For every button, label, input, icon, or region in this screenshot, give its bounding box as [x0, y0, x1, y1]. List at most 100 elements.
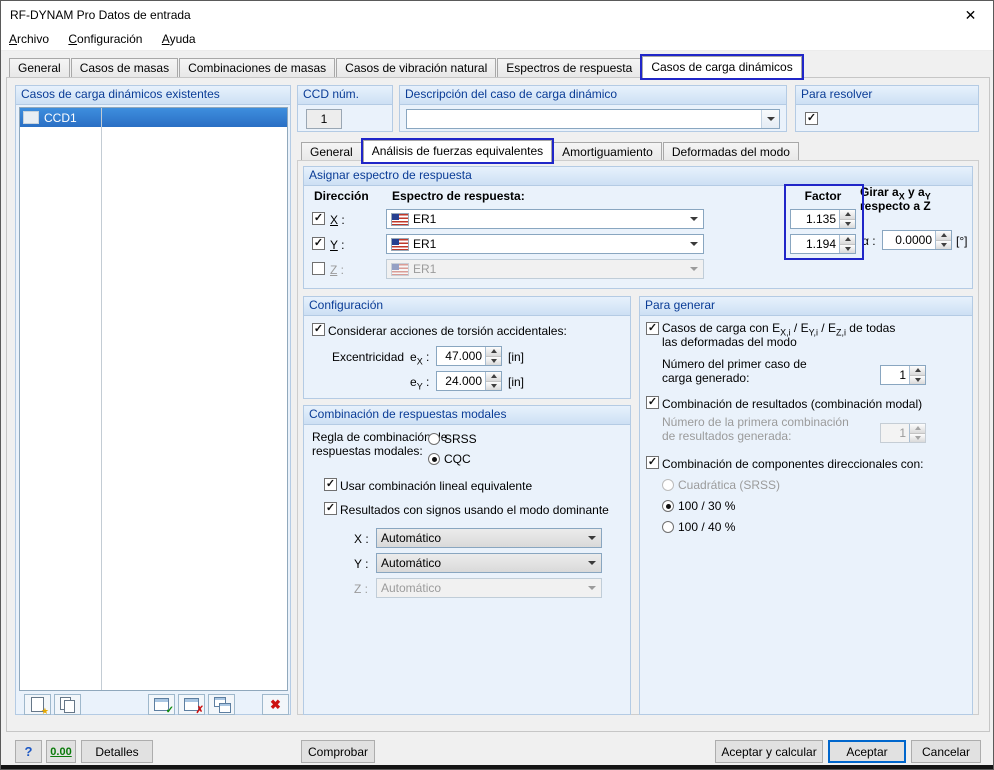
delete-all-cases-button[interactable]: ✖ [262, 694, 289, 715]
spin-up-icon[interactable] [840, 210, 855, 220]
delete-all-icon: ✖ [270, 696, 281, 712]
ey-field[interactable]: 24.000 [436, 371, 502, 391]
spin-up-icon[interactable] [840, 235, 855, 245]
spin-down-icon[interactable] [486, 356, 501, 365]
copy-case-button[interactable] [54, 694, 81, 715]
description-header: Descripción del caso de carga dinámico [400, 86, 786, 105]
alpha-spinner[interactable] [935, 231, 951, 249]
spin-down-icon[interactable] [910, 375, 925, 384]
tab-casos-de-masas[interactable]: Casos de masas [70, 58, 179, 78]
check-button[interactable]: Comprobar [301, 740, 375, 763]
menu-archivo[interactable]: Archivo [1, 29, 57, 50]
apply-case-button[interactable]: ✓ [148, 694, 175, 716]
factor-y-field[interactable]: 1.194 [790, 234, 856, 254]
cqc-radio[interactable] [428, 453, 440, 465]
radio-100-40[interactable] [662, 521, 674, 533]
first-case-label-line1: Número del primer caso de [662, 357, 807, 371]
help-button[interactable]: ? [15, 740, 42, 763]
srss-radio[interactable] [428, 433, 440, 445]
spectrum-y-value: ER1 [413, 237, 437, 251]
first-combo-value: 1 [899, 426, 906, 440]
generate-cases-label-line1: Casos de carga con EX,i / EY,i / EZ,i de… [662, 321, 895, 337]
direction-x-label: X : [330, 213, 345, 227]
menu-ayuda[interactable]: Ayuda [154, 29, 204, 50]
solve-checkbox[interactable]: ✓ [805, 112, 818, 125]
spin-up-icon[interactable] [910, 366, 925, 376]
tab-general-inner[interactable]: General [301, 142, 362, 162]
accept-and-calculate-button[interactable]: Aceptar y calcular [715, 740, 823, 763]
spin-down-icon[interactable] [486, 381, 501, 390]
check-icon: ✓ [647, 396, 658, 408]
tab-deformadas-del-modo[interactable]: Deformadas del modo [662, 142, 799, 162]
dominant-y-combobox[interactable]: Automático [376, 553, 602, 573]
factor-x-spinner[interactable] [839, 210, 855, 228]
result-combination-checkbox[interactable]: ✓ [646, 396, 659, 409]
ex-spinner[interactable] [485, 347, 501, 365]
directional-combination-checkbox[interactable]: ✓ [646, 456, 659, 469]
spin-up-icon[interactable] [936, 231, 951, 241]
accept-button[interactable]: Aceptar [828, 740, 906, 763]
renumber-cases-button[interactable] [208, 694, 235, 715]
cancel-button[interactable]: Cancelar [911, 740, 981, 763]
spectrum-x-combobox[interactable]: ER1 [386, 209, 704, 229]
menu-configuracion[interactable]: Configuración [60, 29, 150, 50]
alpha-field[interactable]: 0.0000 [882, 230, 952, 250]
direction-x-checkbox[interactable]: ✓ [312, 212, 325, 225]
direction-z-label: Z : [330, 263, 345, 277]
tab-amortiguamiento[interactable]: Amortiguamiento [553, 142, 662, 162]
list-item-ccd1[interactable]: CCD1 [20, 108, 287, 127]
signs-dominant-label: Resultados con signos usando el modo dom… [340, 503, 609, 517]
tab-casos-de-vibracion-natural[interactable]: Casos de vibración natural [336, 58, 497, 78]
spin-down-icon[interactable] [840, 219, 855, 228]
spin-down-icon[interactable] [936, 240, 951, 249]
torsion-checkbox[interactable]: ✓ [312, 323, 325, 336]
first-case-spinner[interactable] [909, 366, 925, 384]
ey-spinner[interactable] [485, 372, 501, 390]
first-case-field[interactable]: 1 [880, 365, 926, 385]
dominant-x-combobox[interactable]: Automático [376, 528, 602, 548]
factor-y-spinner[interactable] [839, 235, 855, 253]
factor-x-field[interactable]: 1.135 [790, 209, 856, 229]
new-case-button[interactable]: ★ [24, 694, 51, 716]
tab-espectros-de-respuesta[interactable]: Espectros de respuesta [497, 58, 642, 78]
signs-dominant-checkbox[interactable]: ✓ [324, 502, 337, 515]
details-button[interactable]: Detalles [81, 740, 153, 763]
description-dropdown-button[interactable] [761, 110, 779, 128]
dominant-z-combobox: Automático [376, 578, 602, 598]
radio-100-30[interactable] [662, 500, 674, 512]
tab-general[interactable]: General [9, 58, 70, 78]
tab-casos-de-carga-dinamicos[interactable]: Casos de carga dinámicos [640, 54, 804, 80]
equivalent-linear-checkbox[interactable]: ✓ [324, 478, 337, 491]
spin-up-icon[interactable] [486, 347, 501, 357]
directional-combination-label: Combinación de componentes direccionales… [662, 457, 924, 471]
units-icon: 0.00 [50, 745, 72, 758]
close-button[interactable]: ✕ [948, 1, 993, 29]
check-icon: ✓ [647, 456, 658, 468]
spectrum-header: Asignar espectro de respuesta [304, 167, 972, 186]
description-combobox[interactable] [406, 109, 780, 129]
existing-cases-panel: Casos de carga dinámicos existentes CCD1… [15, 85, 291, 716]
direction-y-label: Y : [330, 238, 345, 252]
spin-down-icon [910, 433, 925, 442]
delete-case-button[interactable]: ✗ [178, 694, 205, 716]
ey-label-colon: : [422, 375, 430, 389]
generate-cases-checkbox[interactable]: ✓ [646, 322, 659, 335]
chevron-down-icon [690, 217, 698, 221]
first-case-value: 1 [899, 368, 906, 382]
spectrum-y-combobox[interactable]: ER1 [386, 234, 704, 254]
ex-field[interactable]: 47.000 [436, 346, 502, 366]
ey-label-p: e [410, 375, 417, 389]
cases-listbox[interactable]: CCD1 [19, 107, 288, 691]
titlebar: RF-DYNAM Pro Datos de entrada ✕ [1, 1, 993, 29]
check-icon: ✓ [165, 705, 174, 716]
units-button[interactable]: 0.00 [46, 740, 76, 763]
alpha-label: α : [862, 234, 876, 248]
direction-z-checkbox[interactable] [312, 262, 325, 275]
chevron-down-icon [588, 536, 596, 540]
direction-y-checkbox[interactable]: ✓ [312, 237, 325, 250]
spin-up-icon[interactable] [486, 372, 501, 382]
spin-down-icon[interactable] [840, 244, 855, 253]
tab-analisis-fuerzas-equivalentes[interactable]: Análisis de fuerzas equivalentes [360, 138, 555, 164]
modal-combination-header: Combinación de respuestas modales [304, 406, 630, 425]
tab-combinaciones-de-masas[interactable]: Combinaciones de masas [179, 58, 336, 78]
